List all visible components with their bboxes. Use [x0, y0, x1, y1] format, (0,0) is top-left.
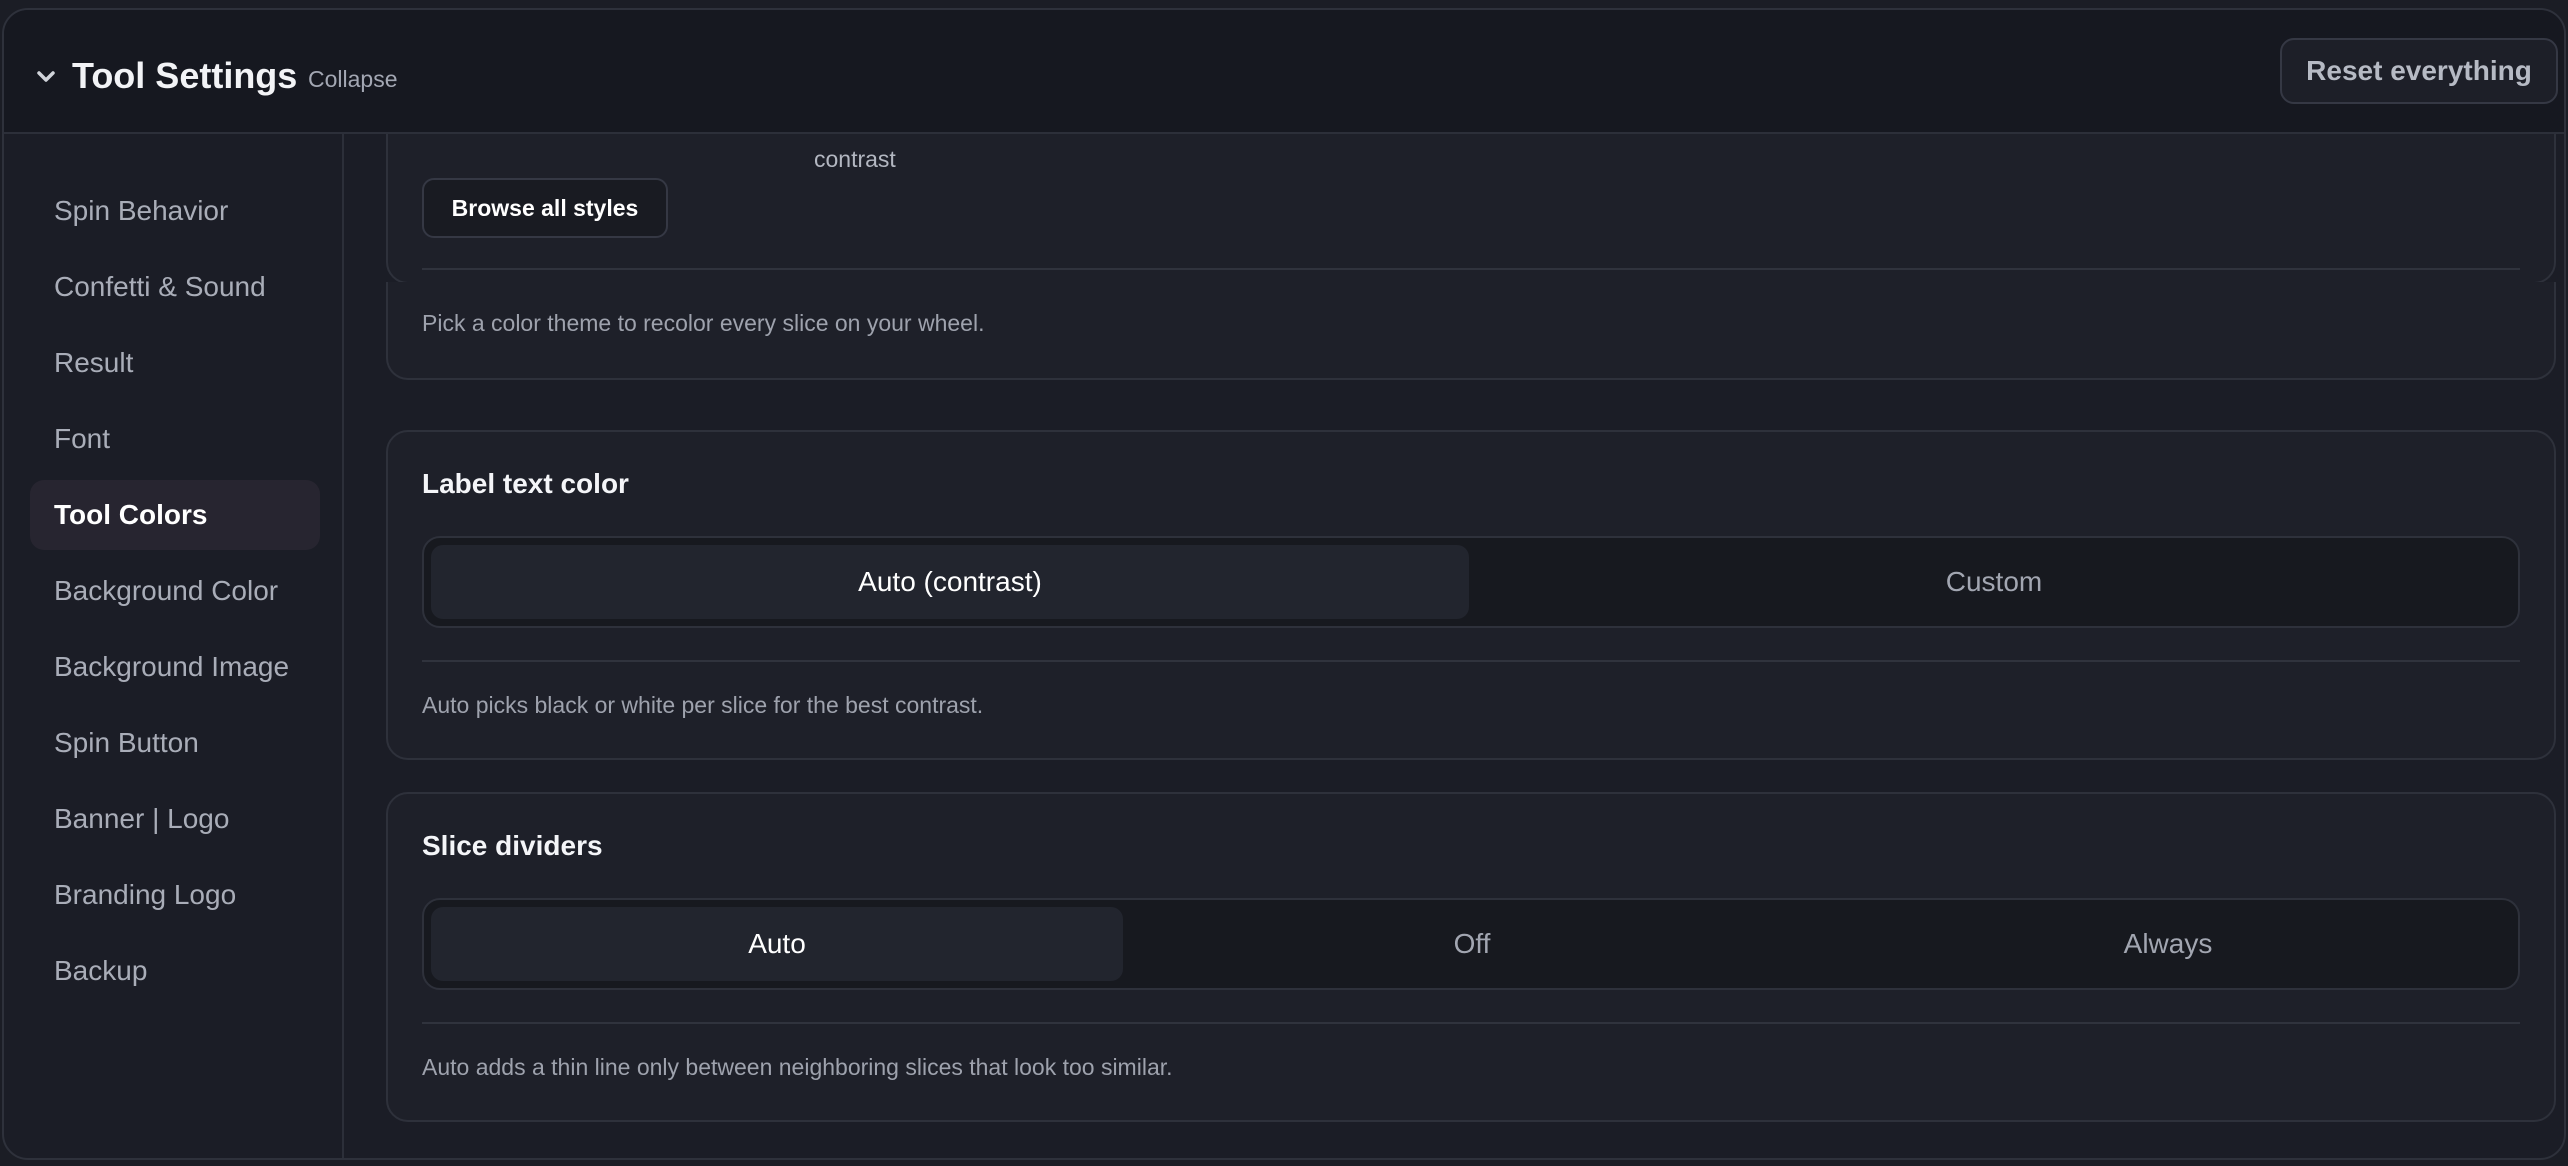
label-color-helper-text: Auto picks black or white per slice for … [422, 692, 984, 718]
sidebar-item-backup[interactable]: Backup [30, 936, 320, 1006]
settings-header: Tool Settings Collapse Reset everything [4, 10, 2564, 134]
slice-dividers-helper-text: Auto adds a thin line only between neigh… [422, 1054, 1173, 1080]
chevron-down-icon[interactable] [32, 62, 60, 90]
slice-dividers-segmented: Auto Off Always [422, 898, 2520, 990]
segment-off[interactable]: Off [1127, 907, 1817, 981]
sidebar-item-background-color[interactable]: Background Color [30, 556, 320, 626]
sidebar-item-confetti-sound[interactable]: Confetti & Sound [30, 252, 320, 322]
segment-auto[interactable]: Auto [431, 907, 1123, 981]
sidebar-item-result[interactable]: Result [30, 328, 320, 398]
settings-content[interactable]: contrast Browse all styles Pick a color … [344, 134, 2564, 1158]
settings-sidebar: Spin Behavior Confetti & Sound Result Fo… [4, 134, 344, 1158]
slice-dividers-card: Slice dividers Auto Off Always Auto adds… [386, 792, 2556, 1122]
card-divider [422, 1022, 2520, 1024]
label-text-color-title: Label text color [422, 468, 629, 499]
reset-everything-button[interactable]: Reset everything [2280, 38, 2558, 104]
sidebar-item-spin-behavior[interactable]: Spin Behavior [30, 176, 320, 246]
collapse-link[interactable]: Collapse [308, 64, 398, 94]
slice-dividers-title: Slice dividers [422, 830, 603, 861]
theme-option-label: contrast [814, 146, 896, 172]
sidebar-item-font[interactable]: Font [30, 404, 320, 474]
card-divider [422, 660, 2520, 662]
sidebar-item-spin-button[interactable]: Spin Button [30, 708, 320, 778]
browse-all-styles-button[interactable]: Browse all styles [422, 178, 668, 238]
label-text-color-segmented: Auto (contrast) Custom [422, 536, 2520, 628]
sidebar-item-branding-logo[interactable]: Branding Logo [30, 860, 320, 930]
segment-always[interactable]: Always [1822, 907, 2514, 981]
sidebar-item-banner-logo[interactable]: Banner | Logo [30, 784, 320, 854]
card-divider [422, 268, 2520, 270]
color-theme-card-footer: Pick a color theme to recolor every slic… [386, 282, 2556, 380]
settings-window: Tool Settings Collapse Reset everything … [2, 8, 2566, 1160]
theme-helper-text: Pick a color theme to recolor every slic… [422, 310, 985, 336]
sidebar-item-tool-colors[interactable]: Tool Colors [30, 480, 320, 550]
segment-auto-contrast[interactable]: Auto (contrast) [431, 545, 1469, 619]
sidebar-item-background-image[interactable]: Background Image [30, 632, 320, 702]
page-title: Tool Settings [72, 55, 298, 96]
segment-custom[interactable]: Custom [1474, 545, 2514, 619]
label-text-color-card: Label text color Auto (contrast) Custom … [386, 430, 2556, 760]
color-theme-card: contrast Browse all styles [386, 134, 2556, 284]
